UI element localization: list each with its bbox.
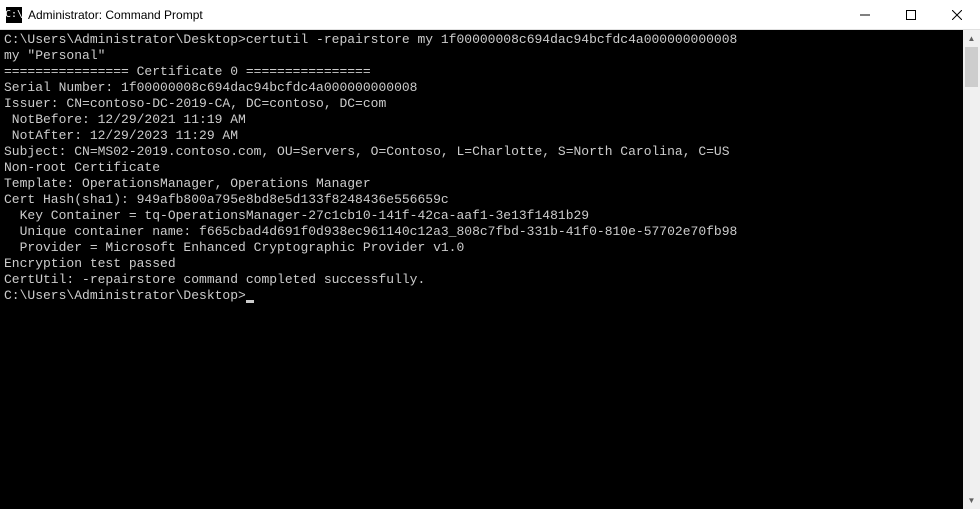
- close-button[interactable]: [934, 0, 980, 29]
- window-controls: [842, 0, 980, 29]
- window-title: Administrator: Command Prompt: [28, 8, 842, 22]
- titlebar[interactable]: C:\ Administrator: Command Prompt: [0, 0, 980, 30]
- output-line: ================ Certificate 0 =========…: [4, 64, 959, 80]
- output-line: Non-root Certificate: [4, 160, 959, 176]
- terminal-area: C:\Users\Administrator\Desktop>certutil …: [0, 30, 980, 509]
- output-line: Issuer: CN=contoso-DC-2019-CA, DC=contos…: [4, 96, 959, 112]
- prompt: C:\Users\Administrator\Desktop>: [4, 32, 246, 47]
- output-line: Cert Hash(sha1): 949afb800a795e8bd8e5d13…: [4, 192, 959, 208]
- scroll-up-arrow-icon[interactable]: ▲: [963, 30, 980, 47]
- output-line: my "Personal": [4, 48, 959, 64]
- output-line: NotBefore: 12/29/2021 11:19 AM: [4, 112, 959, 128]
- cursor: [246, 300, 254, 303]
- scroll-thumb[interactable]: [965, 47, 978, 87]
- output-line: Unique container name: f665cbad4d691f0d9…: [4, 224, 959, 240]
- minimize-button[interactable]: [842, 0, 888, 29]
- maximize-button[interactable]: [888, 0, 934, 29]
- cmd-icon: C:\: [6, 7, 22, 23]
- output-line: Encryption test passed: [4, 256, 959, 272]
- command-prompt-window: C:\ Administrator: Command Prompt C:\Use…: [0, 0, 980, 509]
- terminal-output[interactable]: C:\Users\Administrator\Desktop>certutil …: [0, 30, 963, 509]
- output-line: Template: OperationsManager, Operations …: [4, 176, 959, 192]
- output-line: Provider = Microsoft Enhanced Cryptograp…: [4, 240, 959, 256]
- command-text: certutil -repairstore my 1f00000008c694d…: [246, 32, 737, 47]
- scroll-track[interactable]: [963, 47, 980, 492]
- scroll-down-arrow-icon[interactable]: ▼: [963, 492, 980, 509]
- output-line: Subject: CN=MS02-2019.contoso.com, OU=Se…: [4, 144, 959, 160]
- output-line: NotAfter: 12/29/2023 11:29 AM: [4, 128, 959, 144]
- prompt: C:\Users\Administrator\Desktop>: [4, 288, 246, 303]
- output-line: Key Container = tq-OperationsManager-27c…: [4, 208, 959, 224]
- output-line: Serial Number: 1f00000008c694dac94bcfdc4…: [4, 80, 959, 96]
- output-line: CertUtil: -repairstore command completed…: [4, 272, 959, 288]
- vertical-scrollbar[interactable]: ▲ ▼: [963, 30, 980, 509]
